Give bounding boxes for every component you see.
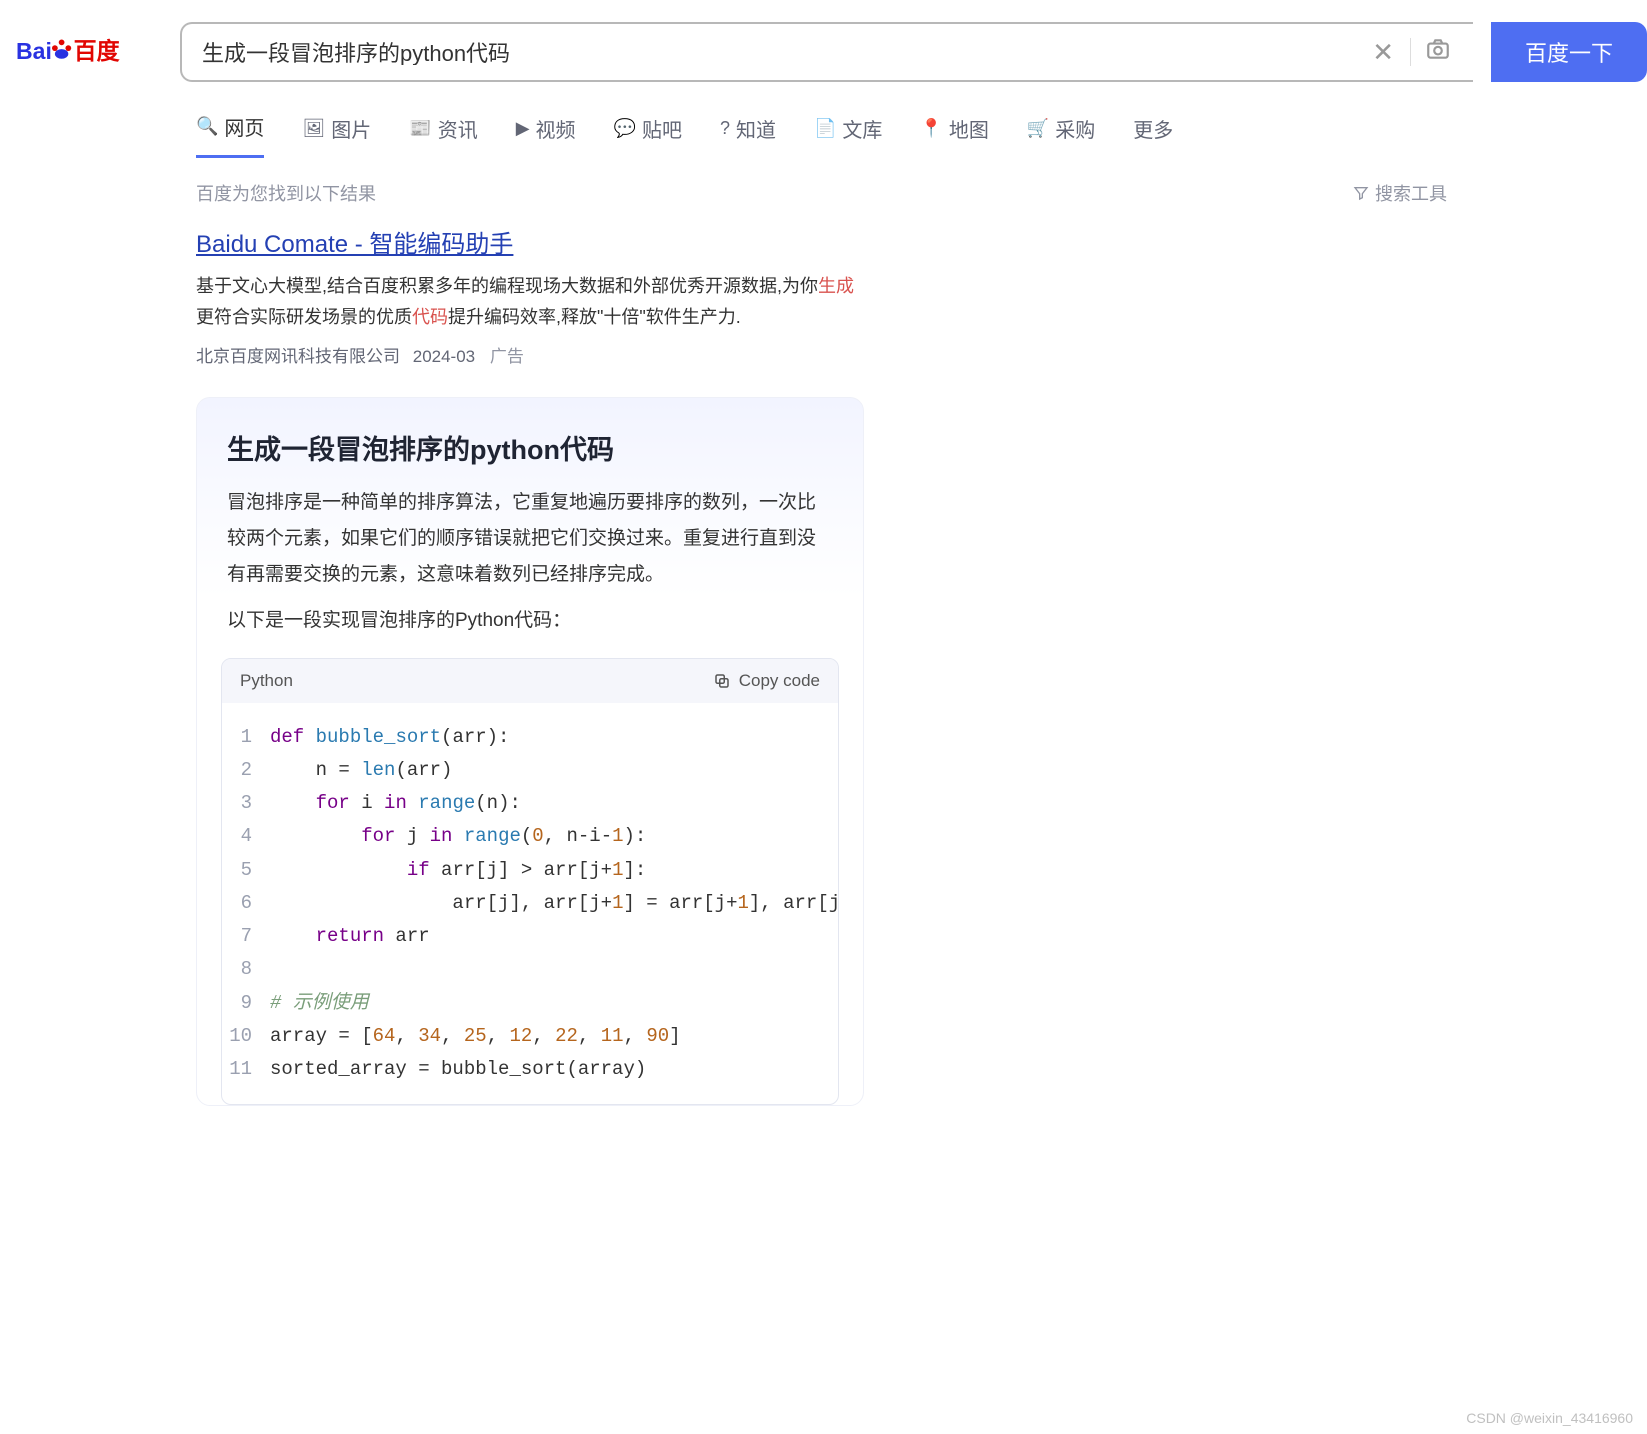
header: Bai 百度 ✕ 百度一下 — [0, 0, 1647, 94]
code-line: 9# 示例使用 — [222, 987, 838, 1020]
tab-label: 网页 — [224, 112, 264, 141]
tab-label: 贴吧 — [642, 114, 682, 143]
tab-采购[interactable]: 🛒 采购 — [1027, 112, 1095, 158]
search-button[interactable]: 百度一下 — [1491, 22, 1647, 82]
tab-icon: 📄 — [814, 118, 836, 139]
tab-icon: ▶ — [516, 118, 530, 139]
tab-label: 资讯 — [438, 114, 478, 143]
code-lang: Python — [240, 671, 293, 691]
tab-图片[interactable]: 🖼 图片 — [302, 112, 371, 158]
code-line: 7 return arr — [222, 920, 838, 953]
ad-title-link[interactable]: Baidu Comate - 智能编码助手 — [196, 224, 513, 259]
tab-地图[interactable]: 📍 地图 — [920, 112, 988, 158]
clear-icon[interactable]: ✕ — [1362, 37, 1404, 68]
result-bar: 百度为您找到以下结果 搜索工具 — [0, 158, 1647, 224]
tab-icon: 📍 — [920, 118, 942, 139]
search-input[interactable] — [202, 39, 1362, 65]
svg-text:Bai: Bai — [16, 38, 52, 64]
search-box: ✕ — [180, 22, 1473, 82]
code-line: 1def bubble_sort(arr): — [222, 721, 838, 754]
result-count: 百度为您找到以下结果 — [196, 180, 376, 206]
code-line: 8 — [222, 953, 838, 986]
search-tools[interactable]: 搜索工具 — [1353, 180, 1447, 206]
ad-date: 2024-03 — [413, 347, 475, 366]
tab-贴吧[interactable]: 💬 贴吧 — [614, 112, 682, 158]
tabs-bar: 🔍 网页 🖼 图片 📰 资讯 ▶ 视频 💬 贴吧? 知道 📄 文库 📍 地图 🛒 采购 更多 — [0, 94, 1647, 158]
divider — [1410, 38, 1411, 66]
ad-meta: 北京百度网讯科技有限公司 2024-03 广告 — [196, 342, 864, 367]
tab-资讯[interactable]: 📰 资讯 — [409, 112, 477, 158]
tab-网页[interactable]: 🔍 网页 — [196, 112, 264, 158]
copy-icon — [713, 672, 731, 690]
baidu-logo[interactable]: Bai 百度 — [14, 28, 162, 76]
tab-label: 更多 — [1133, 114, 1173, 143]
tab-更多[interactable]: 更多 — [1133, 112, 1173, 158]
tab-文库[interactable]: 📄 文库 — [814, 112, 882, 158]
tab-icon: 💬 — [614, 118, 636, 139]
watermark: CSDN @weixin_43416960 — [1466, 1410, 1633, 1426]
code-line: 5 if arr[j] > arr[j+1]: — [222, 854, 838, 887]
copy-code-button[interactable]: Copy code — [713, 671, 820, 691]
svg-text:百度: 百度 — [74, 38, 121, 64]
tab-知道[interactable]: ? 知道 — [720, 112, 776, 158]
tab-视频[interactable]: ▶ 视频 — [516, 112, 576, 158]
tab-label: 图片 — [331, 114, 371, 143]
tab-label: 地图 — [949, 114, 989, 143]
tab-icon: 📰 — [409, 118, 431, 139]
ad-result: Baidu Comate - 智能编码助手 基于文心大模型,结合百度积累多年的编… — [196, 224, 864, 367]
ai-title: 生成一段冒泡排序的python代码 — [227, 428, 833, 467]
ai-paragraph-1: 冒泡排序是一种简单的排序算法，它重复地遍历要排序的数列，一次比较两个元素，如果它… — [227, 485, 833, 593]
code-block: Python Copy code 1def bubble_sort(arr):2… — [221, 658, 839, 1106]
copy-label: Copy code — [739, 671, 820, 691]
code-line: 6 arr[j], arr[j+1] = arr[j+1], arr[j] — [222, 887, 838, 920]
ad-tag: 广告 — [490, 347, 524, 366]
code-header: Python Copy code — [222, 659, 838, 703]
tab-icon: 🔍 — [196, 116, 218, 137]
results: Baidu Comate - 智能编码助手 基于文心大模型,结合百度积累多年的编… — [0, 224, 1060, 1106]
code-body: 1def bubble_sort(arr):2 n = len(arr)3 fo… — [222, 703, 838, 1105]
code-line: 2 n = len(arr) — [222, 754, 838, 787]
ad-description: 基于文心大模型,结合百度积累多年的编程现场大数据和外部优秀开源数据,为你生成更符… — [196, 271, 864, 332]
tab-label: 知道 — [736, 114, 776, 143]
search-tools-label: 搜索工具 — [1375, 180, 1447, 206]
code-line: 4 for j in range(0, n-i-1): — [222, 820, 838, 853]
code-line: 3 for i in range(n): — [222, 787, 838, 820]
tab-icon: 🖼 — [302, 118, 325, 139]
tab-label: 文库 — [842, 114, 882, 143]
tab-label: 采购 — [1055, 114, 1095, 143]
ai-answer-card: 生成一段冒泡排序的python代码 冒泡排序是一种简单的排序算法，它重复地遍历要… — [196, 397, 864, 1106]
tab-icon: 🛒 — [1027, 118, 1049, 139]
ai-paragraph-2: 以下是一段实现冒泡排序的Python代码： — [227, 603, 833, 639]
code-line: 10array = [64, 34, 25, 12, 22, 11, 90] — [222, 1020, 838, 1053]
camera-icon[interactable] — [1417, 36, 1459, 69]
tab-icon: ? — [720, 118, 730, 139]
filter-icon — [1353, 185, 1369, 201]
tab-label: 视频 — [536, 114, 576, 143]
ad-company: 北京百度网讯科技有限公司 — [196, 347, 400, 366]
code-line: 11sorted_array = bubble_sort(array) — [222, 1053, 838, 1086]
